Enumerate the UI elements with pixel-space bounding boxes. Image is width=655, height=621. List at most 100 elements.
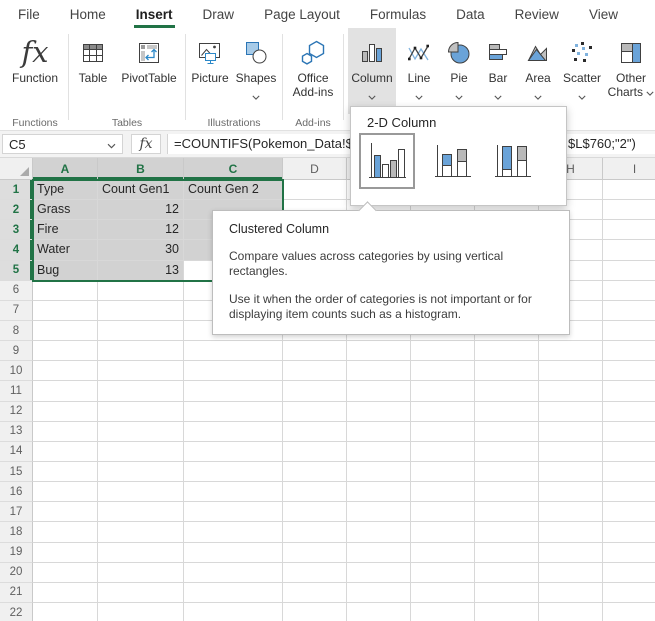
cell-F22[interactable] [411, 603, 475, 621]
cell-I10[interactable] [603, 361, 655, 381]
cell-H12[interactable] [539, 402, 603, 422]
cell-D16[interactable] [283, 482, 347, 502]
cell-F18[interactable] [411, 522, 475, 542]
cell-G22[interactable] [475, 603, 539, 621]
cell-D13[interactable] [283, 422, 347, 442]
cell-I21[interactable] [603, 583, 655, 603]
row-header-16[interactable]: 16 [0, 482, 33, 502]
cell-H21[interactable] [539, 583, 603, 603]
cell-F21[interactable] [411, 583, 475, 603]
cell-I19[interactable] [603, 543, 655, 563]
cell-A17[interactable] [33, 502, 98, 522]
cell-A14[interactable] [33, 442, 98, 462]
chevron-down-icon[interactable] [455, 88, 463, 104]
cell-C16[interactable] [184, 482, 283, 502]
cell-F11[interactable] [411, 381, 475, 401]
cell-D9[interactable] [283, 341, 347, 361]
cell-D15[interactable] [283, 462, 347, 482]
cell-D18[interactable] [283, 522, 347, 542]
menu-tab-page-layout[interactable]: Page Layout [264, 0, 340, 28]
cell-B11[interactable] [98, 381, 184, 401]
cell-B6[interactable] [98, 281, 184, 301]
cell-A19[interactable] [33, 543, 98, 563]
chevron-down-icon[interactable] [107, 137, 116, 152]
cell-F15[interactable] [411, 462, 475, 482]
cell-H10[interactable] [539, 361, 603, 381]
cell-A10[interactable] [33, 361, 98, 381]
cell-G16[interactable] [475, 482, 539, 502]
cell-B13[interactable] [98, 422, 184, 442]
cell-B20[interactable] [98, 563, 184, 583]
cell-H20[interactable] [539, 563, 603, 583]
ribbon-button-bar[interactable]: Bar [480, 28, 516, 114]
row-header-22[interactable]: 22 [0, 603, 33, 621]
cell-A9[interactable] [33, 341, 98, 361]
cell-I11[interactable] [603, 381, 655, 401]
column-header-i[interactable]: I [603, 158, 655, 180]
cell-C15[interactable] [184, 462, 283, 482]
ribbon-button-pie[interactable]: Pie [442, 28, 476, 114]
cell-I1[interactable] [603, 180, 655, 200]
cell-E10[interactable] [347, 361, 411, 381]
row-header-9[interactable]: 9 [0, 341, 33, 361]
menu-tab-formulas[interactable]: Formulas [370, 0, 426, 28]
ribbon-button-scatter[interactable]: Scatter [560, 28, 604, 114]
cell-E16[interactable] [347, 482, 411, 502]
chevron-down-icon[interactable] [415, 88, 423, 104]
ribbon-button-function[interactable]: fxFunction [6, 28, 64, 114]
cell-E12[interactable] [347, 402, 411, 422]
cell-B16[interactable] [98, 482, 184, 502]
cell-C1[interactable]: Count Gen 2 [184, 180, 283, 200]
cell-E18[interactable] [347, 522, 411, 542]
cell-A6[interactable] [33, 281, 98, 301]
cell-A15[interactable] [33, 462, 98, 482]
cell-E11[interactable] [347, 381, 411, 401]
cell-A12[interactable] [33, 402, 98, 422]
cell-F17[interactable] [411, 502, 475, 522]
cell-E17[interactable] [347, 502, 411, 522]
row-header-17[interactable]: 17 [0, 502, 33, 522]
cell-B9[interactable] [98, 341, 184, 361]
cell-A16[interactable] [33, 482, 98, 502]
row-header-3[interactable]: 3 [0, 220, 33, 240]
column-header-b[interactable]: B [98, 158, 184, 180]
cell-G13[interactable] [475, 422, 539, 442]
cell-I17[interactable] [603, 502, 655, 522]
cell-A3[interactable]: Fire [33, 220, 98, 240]
cell-D20[interactable] [283, 563, 347, 583]
cell-H13[interactable] [539, 422, 603, 442]
cell-B15[interactable] [98, 462, 184, 482]
row-header-1[interactable]: 1 [0, 180, 33, 200]
menu-tab-draw[interactable]: Draw [203, 0, 235, 28]
row-header-4[interactable]: 4 [0, 240, 33, 260]
ribbon-button-shapes[interactable]: Shapes [234, 28, 278, 114]
cell-F19[interactable] [411, 543, 475, 563]
cell-A11[interactable] [33, 381, 98, 401]
cell-F14[interactable] [411, 442, 475, 462]
menu-tab-file[interactable]: File [18, 0, 40, 28]
cell-F9[interactable] [411, 341, 475, 361]
cell-C22[interactable] [184, 603, 283, 621]
cell-H14[interactable] [539, 442, 603, 462]
row-header-12[interactable]: 12 [0, 402, 33, 422]
cell-I3[interactable] [603, 220, 655, 240]
chevron-down-icon[interactable] [252, 88, 260, 104]
row-header-11[interactable]: 11 [0, 381, 33, 401]
cell-H17[interactable] [539, 502, 603, 522]
cell-G20[interactable] [475, 563, 539, 583]
cell-D21[interactable] [283, 583, 347, 603]
chevron-down-icon[interactable] [534, 88, 542, 104]
row-header-19[interactable]: 19 [0, 543, 33, 563]
cell-B14[interactable] [98, 442, 184, 462]
cell-A22[interactable] [33, 603, 98, 621]
ribbon-button-pivottable[interactable]: PivotTable [117, 28, 181, 114]
cell-C21[interactable] [184, 583, 283, 603]
cell-D12[interactable] [283, 402, 347, 422]
cell-G17[interactable] [475, 502, 539, 522]
cell-H18[interactable] [539, 522, 603, 542]
cell-I6[interactable] [603, 281, 655, 301]
cell-A7[interactable] [33, 301, 98, 321]
cell-B21[interactable] [98, 583, 184, 603]
cell-D11[interactable] [283, 381, 347, 401]
chevron-down-icon[interactable] [578, 88, 586, 104]
